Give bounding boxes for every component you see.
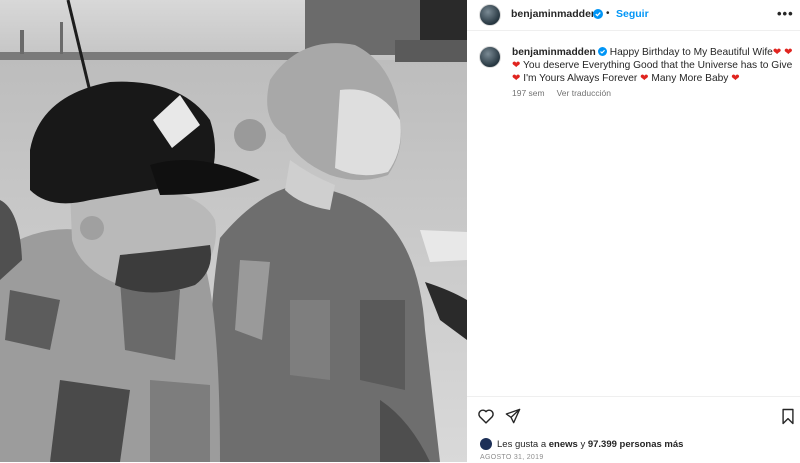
heart-emoji: ❤	[640, 73, 649, 85]
likes-connector: y	[580, 439, 586, 450]
heart-emoji: ❤	[772, 47, 782, 58]
caption-username[interactable]: benjaminmadden	[512, 47, 596, 58]
heart-emoji: ❤	[784, 47, 793, 58]
verified-icon	[597, 47, 607, 56]
liker-avatar[interactable]	[480, 438, 492, 450]
author-username[interactable]: benjaminmadden	[511, 8, 597, 20]
share-icon[interactable]	[505, 408, 521, 424]
post-panel: benjaminmadden • Seguir ••• benjaminmadd…	[467, 0, 800, 462]
heart-emoji: ❤	[731, 73, 740, 85]
follow-button[interactable]: Seguir	[616, 8, 649, 20]
heart-outline-icon[interactable]	[477, 408, 495, 424]
header-separator: •	[606, 8, 610, 19]
see-translation-button[interactable]: Ver traducción	[557, 88, 611, 98]
post-date: AGOSTO 31, 2019	[480, 454, 544, 461]
author-avatar[interactable]	[479, 4, 501, 26]
post-photo[interactable]	[0, 0, 467, 462]
verified-icon	[593, 9, 603, 19]
likes-summary: Les gusta a enews y 97.399 personas más	[480, 438, 684, 450]
heart-emoji: ❤	[512, 60, 521, 72]
likes-count[interactable]: 97.399 personas más	[588, 439, 684, 450]
caption-line-2: You deserve Everything Good that the Uni…	[523, 60, 793, 72]
caption-meta: 197 sem Ver traducción	[512, 88, 623, 98]
caption-avatar[interactable]	[479, 46, 501, 68]
action-bar: Les gusta a enews y 97.399 personas más …	[467, 396, 800, 463]
caption-line-3a: I'm Yours Always Forever	[523, 73, 638, 85]
caption: benjaminmadden Happy Birthday to My Beaut…	[512, 46, 794, 86]
heart-emoji: ❤	[512, 73, 521, 85]
post-header: benjaminmadden • Seguir •••	[467, 0, 800, 31]
more-options-button[interactable]: •••	[777, 6, 794, 21]
liker-username[interactable]: enews	[549, 439, 578, 450]
caption-line-1: Happy Birthday to My Beautiful Wife	[609, 47, 773, 58]
bookmark-icon[interactable]	[781, 408, 795, 425]
likes-prefix: Les gusta a	[497, 439, 547, 450]
caption-line-3b: Many More Baby	[651, 73, 729, 85]
photo-image	[0, 0, 467, 462]
post-age: 197 sem	[512, 88, 545, 98]
